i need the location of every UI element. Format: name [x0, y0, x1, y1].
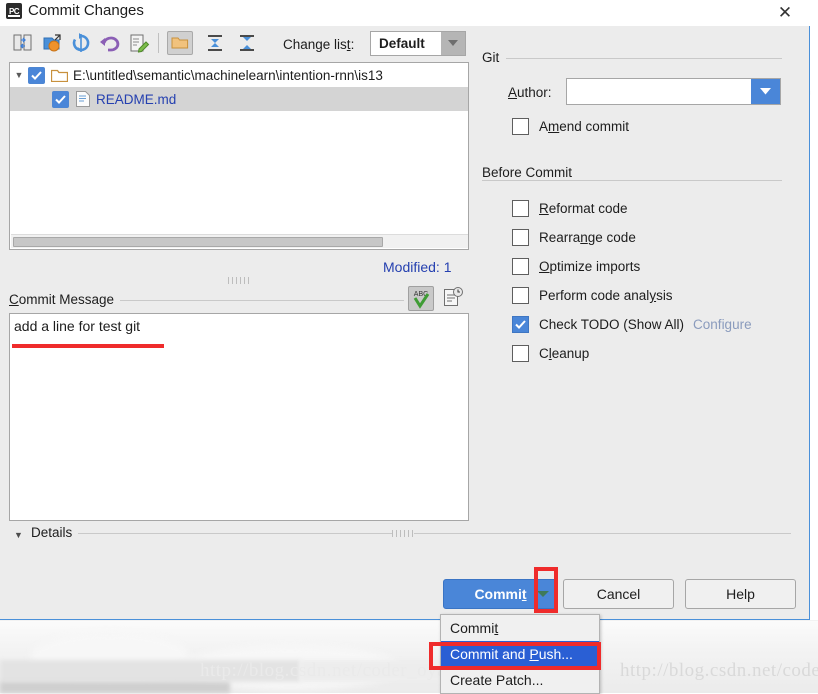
menu-item-commit-label: Commit — [450, 620, 499, 636]
chevron-down-icon[interactable] — [441, 32, 465, 55]
root-path-label: E:\untitled\semantic\machinelearn\intent… — [73, 67, 383, 83]
root-checkbox[interactable] — [28, 66, 45, 84]
menu-item-commit[interactable]: Commit — [441, 615, 599, 641]
group-by-directory-icon[interactable] — [167, 31, 193, 55]
watermark-right: http://blog.csdn.net/coder_oyang — [620, 660, 818, 681]
commit-message-text: add a line for test git — [14, 318, 141, 334]
option-row-reformat-code[interactable]: Reformat code — [512, 200, 628, 217]
commit-message-label: Commit Message — [9, 292, 121, 307]
commit-button-label: Commit — [474, 586, 527, 602]
amend-commit-label: Amend commit — [539, 119, 630, 134]
author-label: Author: — [508, 85, 552, 100]
annotation-underline-commit-message — [12, 344, 164, 348]
perform-code-analysis-checkbox[interactable] — [512, 287, 529, 304]
changes-tree[interactable]: ▼ E:\untitled\semantic\machinelearn\inte… — [9, 62, 469, 250]
check-todo-label: Check TODO (Show All) — [539, 317, 685, 332]
dialog-title: Commit Changes — [28, 2, 144, 19]
dialog-titlebar: PC Commit Changes ✕ — [0, 0, 810, 26]
folder-icon — [50, 68, 69, 83]
expand-triangle-icon[interactable]: ▼ — [10, 70, 28, 80]
changelist-value: Default — [379, 36, 425, 51]
pycharm-icon: PC — [6, 3, 22, 19]
close-icon[interactable]: ✕ — [772, 1, 798, 25]
modified-count-label: Modified: 1 — [383, 259, 452, 275]
edit-source-icon[interactable] — [126, 31, 152, 55]
menu-item-create-patch[interactable]: Create Patch... — [441, 667, 599, 693]
cleanup-label: Cleanup — [539, 346, 590, 361]
reformat-code-checkbox[interactable] — [512, 200, 529, 217]
annotation-box-commit-dropdown — [534, 567, 558, 613]
menu-item-create-patch-label: Create Patch... — [450, 672, 544, 688]
scrollbar-thumb[interactable] — [13, 237, 383, 247]
message-history-icon[interactable] — [440, 286, 466, 311]
amend-commit-row[interactable]: Amend commit — [512, 118, 629, 135]
check-todo-checkbox[interactable] — [512, 316, 529, 333]
changelist-combo[interactable]: Default — [370, 31, 466, 56]
tree-row-root[interactable]: ▼ E:\untitled\semantic\machinelearn\inte… — [10, 63, 468, 87]
refresh-icon[interactable] — [68, 31, 94, 55]
git-group-divider — [482, 58, 782, 59]
details-resize-grip[interactable] — [392, 530, 414, 537]
cleanup-checkbox[interactable] — [512, 345, 529, 362]
author-dropdown-chevron-icon[interactable] — [751, 79, 780, 104]
tree-row-file[interactable]: README.md — [10, 87, 468, 111]
cancel-button-label: Cancel — [596, 586, 641, 602]
commit-changes-dialog: PC Commit Changes ✕ Change list: Default… — [0, 0, 810, 620]
git-group-label: Git — [482, 50, 507, 65]
changes-toolbar: Change list: Default — [0, 28, 810, 58]
reformat-code-label: Reformat code — [539, 201, 628, 216]
file-checkbox[interactable] — [52, 90, 69, 108]
annotation-box-commit-and-push — [429, 642, 601, 670]
move-to-changelist-icon[interactable] — [39, 31, 65, 55]
optimize-imports-label: Optimize imports — [539, 259, 641, 274]
details-collapse-icon[interactable]: ▼ — [14, 530, 23, 540]
perform-code-analysis-label: Perform code analysis — [539, 288, 673, 303]
panel-splitter-grip[interactable] — [228, 277, 252, 284]
optimize-imports-checkbox[interactable] — [512, 258, 529, 275]
expand-all-icon[interactable] — [202, 31, 228, 55]
rearrange-code-label: Rearrange code — [539, 230, 636, 245]
cancel-button[interactable]: Cancel — [563, 579, 674, 609]
amend-commit-checkbox[interactable] — [512, 118, 529, 135]
spellcheck-icon[interactable]: ABC — [408, 286, 434, 311]
before-commit-label: Before Commit — [482, 165, 580, 180]
tree-horizontal-scrollbar[interactable] — [11, 234, 468, 248]
option-row-rearrange-code[interactable]: Rearrange code — [512, 229, 636, 246]
option-row-optimize-imports[interactable]: Optimize imports — [512, 258, 640, 275]
before-commit-divider — [482, 180, 782, 181]
background-blur-bar — [0, 682, 230, 693]
details-label: Details — [31, 525, 79, 540]
author-input[interactable] — [566, 78, 781, 105]
option-row-check-todo[interactable]: Check TODO (Show All) Configure — [512, 316, 752, 333]
rearrange-code-checkbox[interactable] — [512, 229, 529, 246]
revert-icon[interactable] — [97, 31, 123, 55]
watermark-left: http://blog.csdn.net/coder_oyang — [200, 660, 467, 681]
toolbar-separator — [158, 33, 159, 53]
help-button-label: Help — [726, 586, 755, 602]
help-button[interactable]: Help — [685, 579, 796, 609]
file-icon — [76, 91, 90, 107]
option-row-perform-code-analysis[interactable]: Perform code analysis — [512, 287, 673, 304]
configure-link[interactable]: Configure — [693, 317, 752, 332]
show-diff-icon[interactable] — [10, 31, 36, 55]
file-name-label: README.md — [96, 91, 177, 107]
changelist-label: Change list: — [283, 37, 355, 52]
option-row-cleanup[interactable]: Cleanup — [512, 345, 589, 362]
collapse-all-icon[interactable] — [234, 31, 260, 55]
